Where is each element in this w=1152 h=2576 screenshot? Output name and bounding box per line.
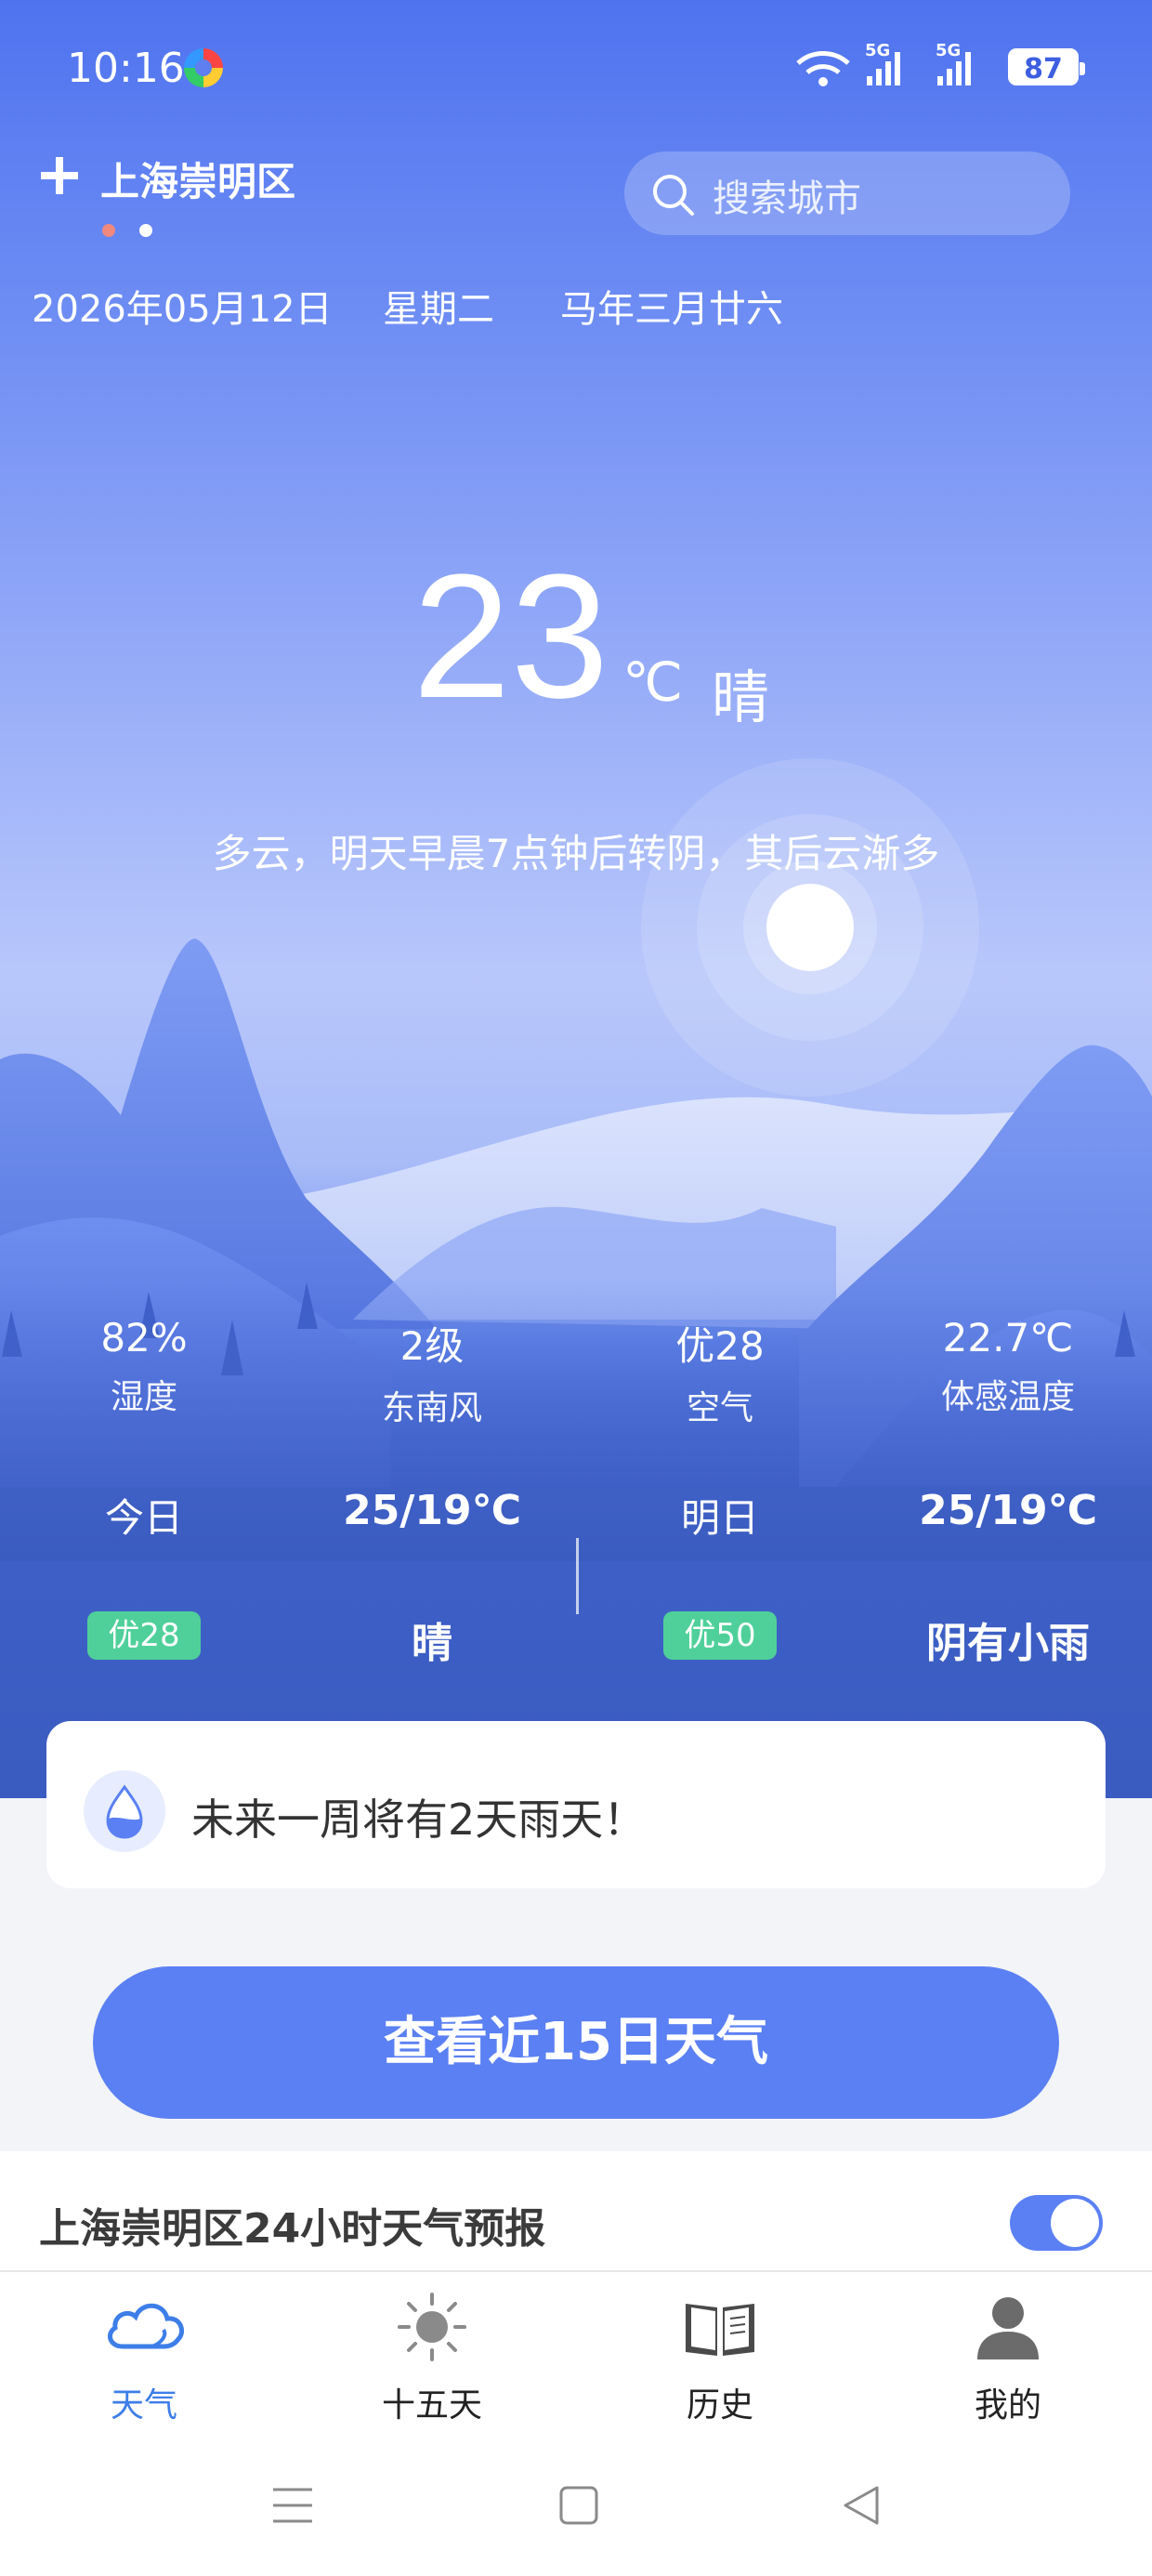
add-city-icon[interactable] xyxy=(39,155,80,196)
page-indicator xyxy=(102,223,177,241)
current-temperature: 23 xyxy=(412,538,609,735)
signal-wifi-icons xyxy=(796,51,971,86)
search-placeholder: 搜索城市 xyxy=(713,177,861,220)
lunar-date-text: 马年三月廿六 xyxy=(560,288,783,331)
stat-value: 22.7℃ xyxy=(942,1315,1074,1360)
stat-wind: 2级 东南风 xyxy=(288,1315,576,1429)
tab-history[interactable]: 历史 xyxy=(576,2289,864,2426)
search-icon xyxy=(653,175,694,216)
stat-label: 东南风 xyxy=(381,1389,482,1427)
today-aqi-badge: 优28 xyxy=(87,1611,201,1660)
stat-humidity: 82% 湿度 xyxy=(0,1315,288,1418)
date-text: 2026年05月12日 xyxy=(32,288,333,331)
current-condition: 晴 xyxy=(712,664,770,731)
tab-label: 十五天 xyxy=(381,2386,482,2425)
network-label-2: 5G xyxy=(936,41,962,60)
bottom-tab-bar: 天气 十五天 历史 我的 xyxy=(0,2270,1152,2439)
tab-15-day[interactable]: 十五天 xyxy=(288,2289,576,2426)
app-notification-icon xyxy=(184,48,223,87)
water-drop-icon xyxy=(84,1770,165,1852)
tab-label: 历史 xyxy=(686,2386,753,2425)
menu-icon[interactable] xyxy=(271,2484,314,2527)
back-icon[interactable] xyxy=(840,2484,883,2527)
status-time: 10:16 xyxy=(67,45,185,92)
tomorrow-aqi-badge: 优50 xyxy=(663,1611,777,1660)
tab-weather[interactable]: 天气 xyxy=(0,2289,288,2426)
cloud-icon xyxy=(107,2303,184,2349)
page-dot-1 xyxy=(102,224,115,237)
stat-label: 湿度 xyxy=(110,1378,177,1416)
home-icon[interactable] xyxy=(557,2484,600,2527)
sun-icon xyxy=(398,2293,466,2361)
stat-value: 82% xyxy=(100,1315,188,1360)
search-input[interactable]: 搜索城市 xyxy=(624,151,1070,235)
system-navigation-bar xyxy=(0,2438,1152,2576)
stat-label: 空气 xyxy=(686,1389,753,1427)
stat-label: 体感温度 xyxy=(940,1378,1075,1416)
tab-profile[interactable]: 我的 xyxy=(864,2289,1152,2426)
hourly-forecast-toggle[interactable] xyxy=(1010,2195,1103,2251)
stat-value: 优28 xyxy=(675,1323,765,1369)
network-label-1: 5G xyxy=(865,41,891,60)
temperature-unit: ℃ xyxy=(622,651,684,714)
status-icons: 5G 5G xyxy=(794,37,999,97)
tomorrow-temperature: 25/19℃ xyxy=(919,1487,1097,1534)
weather-description: 多云，明天早晨7点钟后转阴，其后云渐多 xyxy=(212,831,940,876)
stat-value: 2级 xyxy=(399,1323,465,1369)
view-15-day-button[interactable]: 查看近15日天气 xyxy=(93,1966,1059,2119)
sun xyxy=(766,884,854,971)
tab-label: 我的 xyxy=(974,2386,1041,2425)
user-icon xyxy=(977,2297,1039,2359)
today-temperature: 25/19℃ xyxy=(343,1487,521,1534)
stat-feels-like: 22.7℃ 体感温度 xyxy=(864,1315,1152,1418)
stat-air-quality: 优28 空气 xyxy=(576,1315,864,1429)
today-condition: 晴 xyxy=(412,1620,452,1667)
hourly-forecast-title: 上海崇明区24小时天气预报 xyxy=(39,2205,546,2253)
today-label: 今日 xyxy=(104,1495,183,1541)
rain-alert-text: 未来一周将有2天雨天！ xyxy=(191,1794,647,1845)
weather-background: 10:16 5G 5G 87 上海崇明区 搜索城市 2026年05月12日 星期… xyxy=(0,0,1152,1798)
tomorrow-label: 明日 xyxy=(680,1495,759,1541)
tomorrow-condition: 阴有小雨 xyxy=(926,1620,1090,1667)
tab-label: 天气 xyxy=(110,2386,177,2425)
weekday-text: 星期二 xyxy=(383,288,494,331)
book-icon xyxy=(686,2304,754,2356)
page-dot-2 xyxy=(139,224,152,237)
city-name[interactable]: 上海崇明区 xyxy=(100,151,295,207)
battery-indicator: 87 xyxy=(1008,48,1085,85)
forecast-divider xyxy=(576,1538,579,1614)
